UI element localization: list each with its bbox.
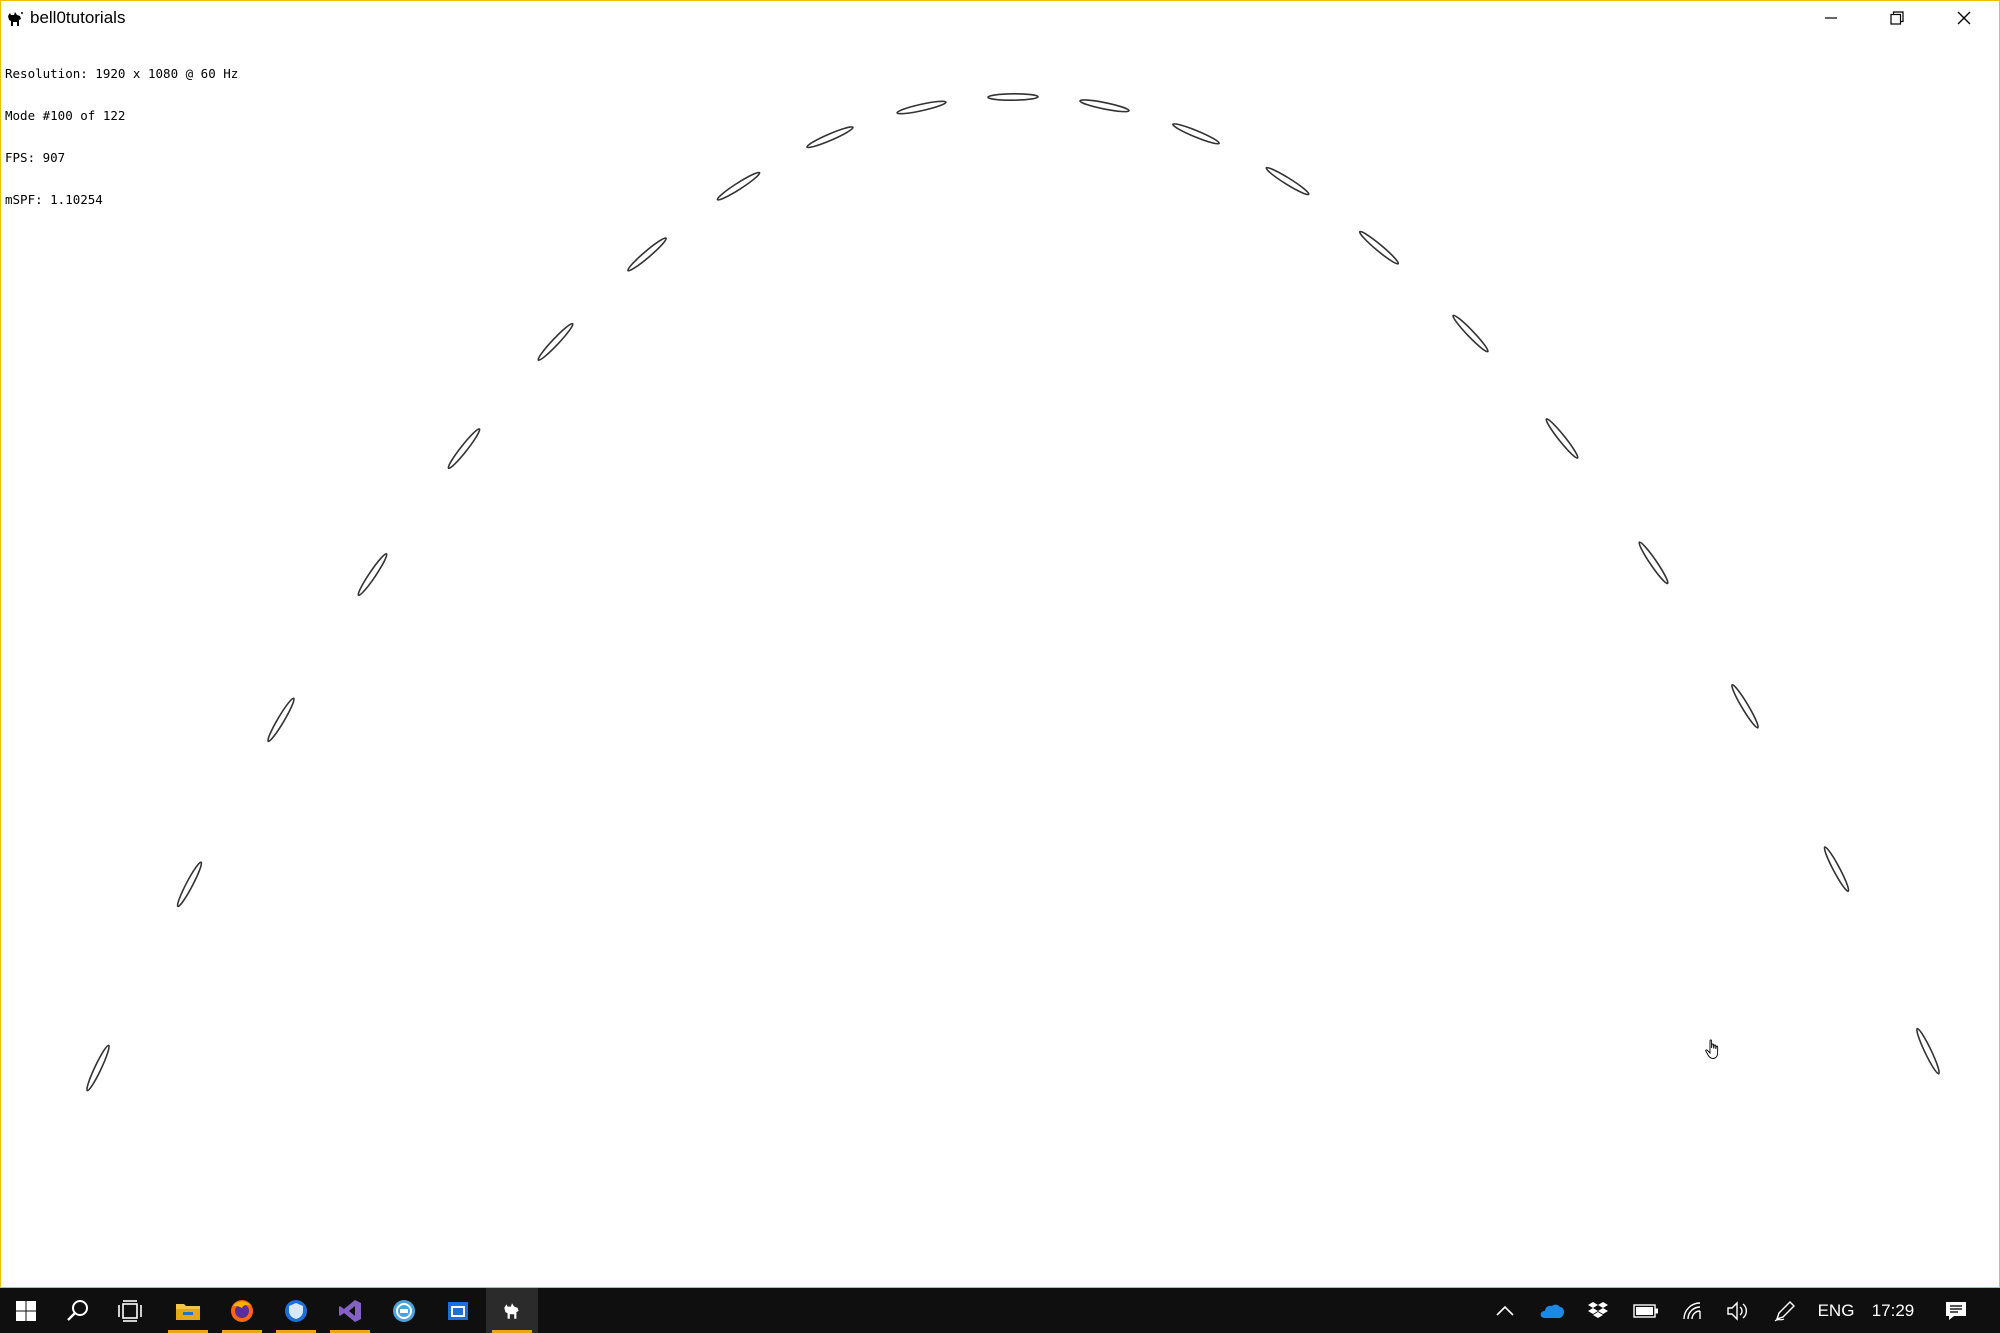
ellipse-particle xyxy=(627,237,667,272)
ellipse-particle xyxy=(86,1044,110,1092)
firefox-icon xyxy=(231,1299,253,1322)
ellipse-particle xyxy=(1638,541,1669,585)
ellipse-particle xyxy=(1545,418,1579,459)
windows-start-icon xyxy=(16,1300,36,1321)
dog-app-icon xyxy=(8,12,23,26)
ellipse-particle xyxy=(1358,230,1400,265)
ellipse-particle xyxy=(716,171,761,201)
ellipse-particle xyxy=(537,322,574,362)
close-button[interactable] xyxy=(1931,1,1997,35)
show-hidden-icons-button[interactable] xyxy=(1490,1288,1520,1333)
speaker-icon xyxy=(1727,1300,1747,1321)
minimize-button[interactable] xyxy=(1798,1,1864,35)
start-button[interactable] xyxy=(0,1288,52,1333)
onedrive-tray[interactable] xyxy=(1535,1288,1569,1333)
clock-text: 17:29 xyxy=(1871,1300,1915,1320)
wifi-tray[interactable] xyxy=(1676,1288,1712,1333)
bell0tutorials-app-icon xyxy=(504,1302,519,1319)
ellipse-particle xyxy=(267,697,295,743)
taskbar-visual-studio[interactable] xyxy=(324,1288,376,1333)
taskbar-firefox[interactable] xyxy=(216,1288,268,1333)
battery-tray[interactable] xyxy=(1628,1288,1664,1333)
onedrive-cloud-icon xyxy=(1540,1304,1564,1318)
ellipse-particle xyxy=(1731,683,1759,729)
taskbar-file-explorer[interactable] xyxy=(162,1288,214,1333)
render-canvas[interactable] xyxy=(1,37,2000,1287)
minimize-icon xyxy=(1825,17,1837,19)
task-view-button[interactable] xyxy=(104,1288,156,1333)
search-icon xyxy=(67,1299,88,1321)
language-text: ENG xyxy=(1817,1300,1855,1320)
ellipse-particle xyxy=(1172,123,1220,145)
restore-button[interactable] xyxy=(1864,1,1930,35)
chevron-up-icon xyxy=(1496,1305,1514,1316)
window-title: bell0tutorials xyxy=(30,8,126,27)
ellipse-particle xyxy=(1452,314,1489,353)
ellipse-particle xyxy=(1823,846,1850,893)
dropbox-icon xyxy=(1588,1301,1608,1318)
visual-studio-icon xyxy=(339,1299,361,1322)
ellipse-particle xyxy=(1265,166,1310,196)
ellipse-particle xyxy=(987,92,1039,102)
close-icon xyxy=(1957,11,1971,25)
dropbox-tray[interactable] xyxy=(1582,1288,1614,1333)
action-center-button[interactable] xyxy=(1936,1288,1976,1333)
taskbar-network-app[interactable] xyxy=(378,1288,430,1333)
ellipse-particle xyxy=(896,100,947,115)
task-view-icon xyxy=(118,1299,142,1322)
blue-window-app-icon xyxy=(448,1301,468,1320)
network-globe-icon xyxy=(393,1299,415,1322)
action-center-icon xyxy=(1946,1301,1966,1320)
pen-ink-icon xyxy=(1774,1300,1795,1321)
shield-app-icon xyxy=(285,1299,307,1322)
language-indicator[interactable]: ENG xyxy=(1816,1288,1856,1333)
clock[interactable]: 17:29 xyxy=(1862,1288,1924,1333)
pen-ink-tray[interactable] xyxy=(1766,1288,1804,1333)
taskbar-bell0tutorials[interactable] xyxy=(486,1288,538,1333)
battery-icon xyxy=(1633,1303,1658,1318)
volume-tray[interactable] xyxy=(1720,1288,1756,1333)
taskbar-shield-app[interactable] xyxy=(270,1288,322,1333)
taskbar: ENG 17:29 xyxy=(0,1288,2000,1333)
ellipse-particle xyxy=(357,552,388,597)
ellipse-particle xyxy=(806,126,854,149)
ellipse-particle xyxy=(176,861,203,908)
search-button[interactable] xyxy=(52,1288,104,1333)
hand-cursor-icon xyxy=(1705,1039,1719,1059)
title-bar[interactable]: bell0tutorials xyxy=(1,1,1999,37)
ellipse-particle xyxy=(447,428,481,470)
wifi-icon xyxy=(1683,1301,1701,1319)
app-window: bell0tutorials Resolution: 1920 x 1080 @… xyxy=(0,0,2000,1288)
file-explorer-icon xyxy=(176,1303,200,1320)
ellipse-particle xyxy=(1916,1027,1940,1075)
restore-icon xyxy=(1890,11,1904,25)
ellipse-particle xyxy=(1079,99,1130,113)
taskbar-blue-window-app[interactable] xyxy=(432,1288,484,1333)
